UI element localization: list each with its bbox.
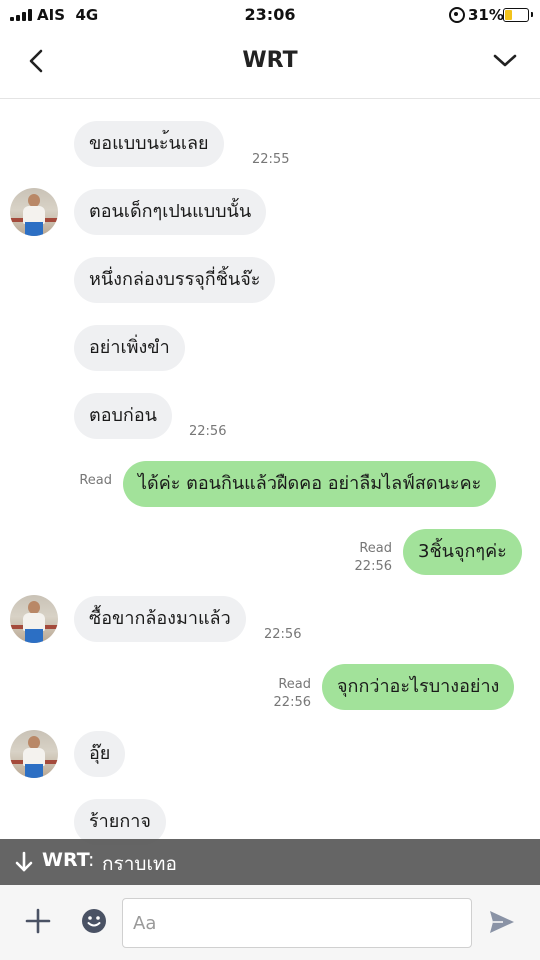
read-receipt: Read [359, 541, 392, 556]
message-bubble-incoming[interactable]: อุ๊ย [74, 731, 126, 777]
status-bar: AIS 4G 23:06 31% [0, 0, 540, 30]
chat-title: WRT [242, 48, 298, 73]
battery-percent: 31% [468, 6, 504, 24]
message-time: 22:56 [264, 627, 302, 642]
orientation-lock-icon [449, 7, 465, 23]
arrow-down-icon [15, 851, 33, 872]
message-bubble-outgoing[interactable]: ได้ค่ะ ตอนกินแล้วฝืดคอ อย่าลืมไลฟ์สดนะคะ [123, 461, 497, 507]
message-bubble-outgoing[interactable]: 3ชิ้นจุกๆค่ะ [403, 529, 522, 575]
chevron-down-icon[interactable] [490, 46, 520, 76]
message-input[interactable] [122, 898, 472, 948]
contact-avatar[interactable] [10, 595, 58, 643]
banner-separator: : [88, 849, 95, 871]
message-time: 22:55 [252, 152, 290, 167]
message-bubble-outgoing[interactable]: จุกกว่าอะไรบางอย่าง [322, 664, 515, 710]
message-bubble-incoming[interactable]: ขอแบบนะ้นเลย [74, 121, 224, 167]
message-bubble-incoming[interactable]: ตอนเด็กๆเปนแบบนั้น [74, 189, 267, 235]
chat-header: WRT [0, 30, 540, 99]
contact-avatar[interactable] [10, 730, 58, 778]
contact-avatar[interactable] [10, 188, 58, 236]
banner-message: กราบเทอ [102, 853, 177, 875]
message-bubble-incoming[interactable]: ตอบก่อน [74, 393, 172, 439]
message-time: 22:56 [354, 559, 392, 574]
battery-icon [503, 8, 533, 22]
send-icon[interactable] [488, 908, 516, 936]
message-bubble-incoming[interactable]: อย่าเพิ่งขำ [74, 325, 185, 371]
read-receipt: Read [79, 473, 112, 488]
read-receipt: Read [278, 677, 311, 692]
message-time: 22:56 [189, 424, 227, 439]
sticker-icon[interactable] [80, 907, 108, 935]
banner-sender: WRT [42, 849, 90, 871]
input-bar [0, 885, 540, 960]
chat-area[interactable]: ขอแบบนะ้นเลย 22:55 ตอนเด็กๆเปนแบบนั้น หน… [0, 99, 540, 845]
battery-fill [505, 10, 512, 20]
message-bubble-incoming[interactable]: ซื้อขากล้องมาแล้ว [74, 596, 246, 642]
new-message-banner[interactable]: WRT : กราบเทอ [0, 839, 540, 885]
message-time: 22:56 [273, 695, 311, 710]
message-bubble-incoming[interactable]: หนึ่งกล่องบรรจุกี่ชิ้นจ๊ะ [74, 257, 276, 303]
plus-icon[interactable] [24, 907, 52, 935]
